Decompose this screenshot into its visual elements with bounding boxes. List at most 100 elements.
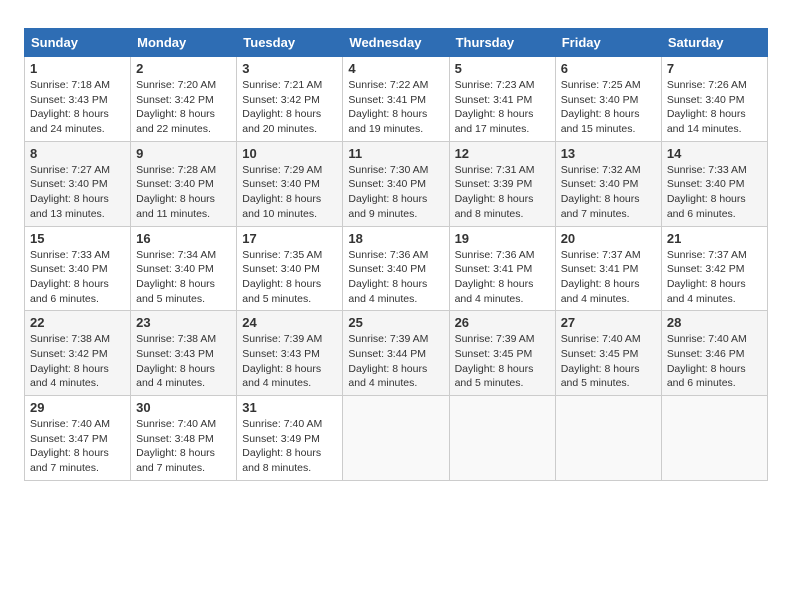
day-info: Sunrise: 7:40 AMSunset: 3:45 PMDaylight:…: [561, 332, 656, 391]
day-info: Sunrise: 7:40 AMSunset: 3:49 PMDaylight:…: [242, 417, 337, 476]
day-number: 26: [455, 315, 550, 330]
day-number: 17: [242, 231, 337, 246]
calendar-cell: 15 Sunrise: 7:33 AMSunset: 3:40 PMDayligh…: [25, 226, 131, 311]
day-info: Sunrise: 7:25 AMSunset: 3:40 PMDaylight:…: [561, 78, 656, 137]
calendar-cell: 24 Sunrise: 7:39 AMSunset: 3:43 PMDayligh…: [237, 311, 343, 396]
calendar-cell: 3 Sunrise: 7:21 AMSunset: 3:42 PMDaylight…: [237, 57, 343, 142]
calendar-cell: 6 Sunrise: 7:25 AMSunset: 3:40 PMDaylight…: [555, 57, 661, 142]
calendar-cell: 11 Sunrise: 7:30 AMSunset: 3:40 PMDayligh…: [343, 141, 449, 226]
day-number: 10: [242, 146, 337, 161]
day-number: 7: [667, 61, 762, 76]
calendar-cell: 28 Sunrise: 7:40 AMSunset: 3:46 PMDayligh…: [661, 311, 767, 396]
day-number: 27: [561, 315, 656, 330]
calendar-cell: [661, 396, 767, 481]
day-number: 11: [348, 146, 443, 161]
day-info: Sunrise: 7:37 AMSunset: 3:41 PMDaylight:…: [561, 248, 656, 307]
day-number: 4: [348, 61, 443, 76]
week-row-3: 22 Sunrise: 7:38 AMSunset: 3:42 PMDayligh…: [25, 311, 768, 396]
day-number: 16: [136, 231, 231, 246]
day-number: 5: [455, 61, 550, 76]
day-number: 20: [561, 231, 656, 246]
weekday-header-monday: Monday: [131, 29, 237, 57]
day-number: 22: [30, 315, 125, 330]
calendar-cell: [449, 396, 555, 481]
day-number: 18: [348, 231, 443, 246]
day-number: 8: [30, 146, 125, 161]
calendar-body: 1Sunrise: 7:18 AMSunset: 3:43 PMDaylight…: [25, 57, 768, 481]
day-number: 13: [561, 146, 656, 161]
day-info: Sunrise: 7:39 AMSunset: 3:45 PMDaylight:…: [455, 332, 550, 391]
calendar-cell: 13 Sunrise: 7:32 AMSunset: 3:40 PMDayligh…: [555, 141, 661, 226]
day-info: Sunrise: 7:38 AMSunset: 3:42 PMDaylight:…: [30, 332, 125, 391]
calendar-cell: 16 Sunrise: 7:34 AMSunset: 3:40 PMDayligh…: [131, 226, 237, 311]
day-info: Sunrise: 7:37 AMSunset: 3:42 PMDaylight:…: [667, 248, 762, 307]
day-number: 6: [561, 61, 656, 76]
calendar-cell: 31 Sunrise: 7:40 AMSunset: 3:49 PMDayligh…: [237, 396, 343, 481]
day-info: Sunrise: 7:26 AMSunset: 3:40 PMDaylight:…: [667, 78, 762, 137]
week-row-1: 8 Sunrise: 7:27 AMSunset: 3:40 PMDaylight…: [25, 141, 768, 226]
calendar-cell: 14Sunrise: 7:33 AMSunset: 3:40 PMDayligh…: [661, 141, 767, 226]
day-info: Sunrise: 7:35 AMSunset: 3:40 PMDaylight:…: [242, 248, 337, 307]
day-number: 12: [455, 146, 550, 161]
day-info: Sunrise: 7:33 AMSunset: 3:40 PMDaylight:…: [667, 163, 762, 222]
day-info: Sunrise: 7:30 AMSunset: 3:40 PMDaylight:…: [348, 163, 443, 222]
calendar-cell: [343, 396, 449, 481]
weekday-header-thursday: Thursday: [449, 29, 555, 57]
day-info: Sunrise: 7:39 AMSunset: 3:43 PMDaylight:…: [242, 332, 337, 391]
day-number: 3: [242, 61, 337, 76]
calendar-cell: 10Sunrise: 7:29 AMSunset: 3:40 PMDayligh…: [237, 141, 343, 226]
week-row-0: 1Sunrise: 7:18 AMSunset: 3:43 PMDaylight…: [25, 57, 768, 142]
day-number: 29: [30, 400, 125, 415]
calendar-cell: 9Sunrise: 7:28 AMSunset: 3:40 PMDaylight…: [131, 141, 237, 226]
calendar-cell: 30 Sunrise: 7:40 AMSunset: 3:48 PMDayligh…: [131, 396, 237, 481]
day-number: 23: [136, 315, 231, 330]
calendar-cell: 2Sunrise: 7:20 AMSunset: 3:42 PMDaylight…: [131, 57, 237, 142]
week-row-4: 29 Sunrise: 7:40 AMSunset: 3:47 PMDayligh…: [25, 396, 768, 481]
day-number: 24: [242, 315, 337, 330]
calendar-cell: 12 Sunrise: 7:31 AMSunset: 3:39 PMDayligh…: [449, 141, 555, 226]
calendar-cell: 1Sunrise: 7:18 AMSunset: 3:43 PMDaylight…: [25, 57, 131, 142]
day-info: Sunrise: 7:32 AMSunset: 3:40 PMDaylight:…: [561, 163, 656, 222]
day-info: Sunrise: 7:31 AMSunset: 3:39 PMDaylight:…: [455, 163, 550, 222]
calendar-cell: 4 Sunrise: 7:22 AMSunset: 3:41 PMDaylight…: [343, 57, 449, 142]
calendar-header: SundayMondayTuesdayWednesdayThursdayFrid…: [25, 29, 768, 57]
day-info: Sunrise: 7:40 AMSunset: 3:47 PMDaylight:…: [30, 417, 125, 476]
weekday-header-wednesday: Wednesday: [343, 29, 449, 57]
weekday-header-friday: Friday: [555, 29, 661, 57]
calendar-cell: 17 Sunrise: 7:35 AMSunset: 3:40 PMDayligh…: [237, 226, 343, 311]
weekday-header-row: SundayMondayTuesdayWednesdayThursdayFrid…: [25, 29, 768, 57]
day-info: Sunrise: 7:40 AMSunset: 3:48 PMDaylight:…: [136, 417, 231, 476]
calendar-cell: 8 Sunrise: 7:27 AMSunset: 3:40 PMDaylight…: [25, 141, 131, 226]
weekday-header-saturday: Saturday: [661, 29, 767, 57]
calendar-cell: 7 Sunrise: 7:26 AMSunset: 3:40 PMDaylight…: [661, 57, 767, 142]
calendar-cell: 5 Sunrise: 7:23 AMSunset: 3:41 PMDaylight…: [449, 57, 555, 142]
day-number: 31: [242, 400, 337, 415]
calendar-cell: 29 Sunrise: 7:40 AMSunset: 3:47 PMDayligh…: [25, 396, 131, 481]
day-info: Sunrise: 7:36 AMSunset: 3:40 PMDaylight:…: [348, 248, 443, 307]
day-number: 28: [667, 315, 762, 330]
day-number: 30: [136, 400, 231, 415]
day-info: Sunrise: 7:40 AMSunset: 3:46 PMDaylight:…: [667, 332, 762, 391]
calendar-cell: 22 Sunrise: 7:38 AMSunset: 3:42 PMDayligh…: [25, 311, 131, 396]
day-info: Sunrise: 7:20 AMSunset: 3:42 PMDaylight:…: [136, 78, 231, 137]
calendar-cell: 21Sunrise: 7:37 AMSunset: 3:42 PMDayligh…: [661, 226, 767, 311]
calendar-cell: 26 Sunrise: 7:39 AMSunset: 3:45 PMDayligh…: [449, 311, 555, 396]
calendar-cell: 19Sunrise: 7:36 AMSunset: 3:41 PMDayligh…: [449, 226, 555, 311]
calendar-cell: 23Sunrise: 7:38 AMSunset: 3:43 PMDayligh…: [131, 311, 237, 396]
calendar-cell: 20 Sunrise: 7:37 AMSunset: 3:41 PMDayligh…: [555, 226, 661, 311]
day-info: Sunrise: 7:23 AMSunset: 3:41 PMDaylight:…: [455, 78, 550, 137]
calendar-cell: 18 Sunrise: 7:36 AMSunset: 3:40 PMDayligh…: [343, 226, 449, 311]
day-info: Sunrise: 7:28 AMSunset: 3:40 PMDaylight:…: [136, 163, 231, 222]
day-number: 1: [30, 61, 125, 76]
day-info: Sunrise: 7:33 AMSunset: 3:40 PMDaylight:…: [30, 248, 125, 307]
week-row-2: 15 Sunrise: 7:33 AMSunset: 3:40 PMDayligh…: [25, 226, 768, 311]
day-info: Sunrise: 7:21 AMSunset: 3:42 PMDaylight:…: [242, 78, 337, 137]
day-info: Sunrise: 7:22 AMSunset: 3:41 PMDaylight:…: [348, 78, 443, 137]
day-info: Sunrise: 7:27 AMSunset: 3:40 PMDaylight:…: [30, 163, 125, 222]
day-info: Sunrise: 7:39 AMSunset: 3:44 PMDaylight:…: [348, 332, 443, 391]
day-number: 25: [348, 315, 443, 330]
weekday-header-tuesday: Tuesday: [237, 29, 343, 57]
day-number: 15: [30, 231, 125, 246]
day-info: Sunrise: 7:36 AMSunset: 3:41 PMDaylight:…: [455, 248, 550, 307]
day-info: Sunrise: 7:34 AMSunset: 3:40 PMDaylight:…: [136, 248, 231, 307]
